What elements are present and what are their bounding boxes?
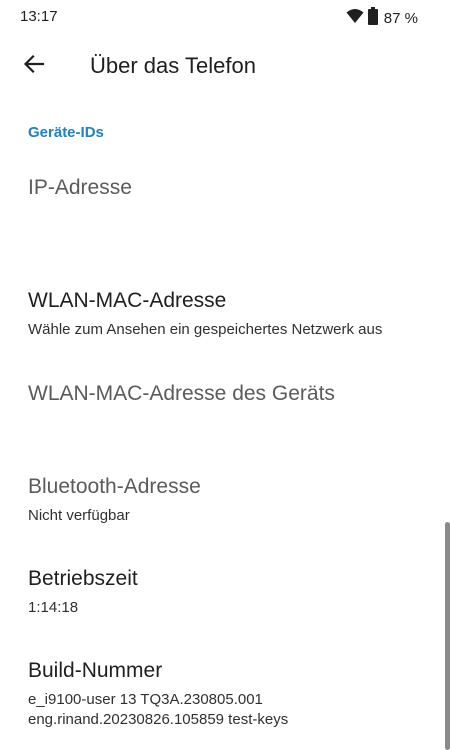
device-wlan-mac-address-title: WLAN-MAC-Adresse des Geräts — [28, 382, 335, 405]
wlan-mac-address-item[interactable]: WLAN-MAC-Adresse Wähle zum Ansehen ein g… — [0, 289, 432, 349]
app-bar: Über das Telefon — [0, 34, 450, 98]
battery-icon — [367, 7, 378, 30]
back-button[interactable] — [14, 46, 54, 86]
wlan-mac-address-title: WLAN-MAC-Adresse — [28, 289, 227, 312]
ip-address-item[interactable]: IP-Adresse — [0, 176, 432, 256]
status-bar: 13:17 87 % — [0, 0, 450, 34]
bluetooth-address-summary: Nicht verfügbar — [28, 507, 130, 524]
wifi-icon — [346, 8, 364, 29]
battery-percentage: 87 % — [383, 10, 418, 27]
build-number-title: Build-Nummer — [28, 659, 163, 682]
ip-address-title: IP-Adresse — [28, 176, 132, 199]
scrollbar[interactable] — [445, 522, 450, 750]
bluetooth-address-item[interactable]: Bluetooth-Adresse Nicht verfügbar — [0, 475, 432, 535]
uptime-item[interactable]: Betriebszeit 1:14:18 — [0, 567, 432, 627]
wlan-mac-address-summary: Wähle zum Ansehen ein gespeichertes Netz… — [28, 321, 383, 338]
status-icons: 87 % — [346, 7, 418, 30]
uptime-summary: 1:14:18 — [28, 599, 79, 616]
status-time: 13:17 — [20, 8, 58, 25]
uptime-title: Betriebszeit — [28, 567, 138, 590]
build-number-item[interactable]: Build-Nummer e_i9100-user 13 TQ3A.230805… — [0, 659, 432, 739]
page-title: Über das Telefon — [90, 53, 256, 78]
bluetooth-address-title: Bluetooth-Adresse — [28, 475, 201, 498]
build-number-summary-line1: e_i9100-user 13 TQ3A.230805.001 — [28, 691, 263, 708]
section-header-device-ids: Geräte-IDs — [28, 124, 104, 141]
arrow-left-icon — [23, 53, 45, 80]
device-wlan-mac-address-item[interactable]: WLAN-MAC-Adresse des Geräts — [0, 382, 432, 452]
build-number-summary-line2: eng.rinand.20230826.105859 test-keys — [28, 711, 289, 728]
